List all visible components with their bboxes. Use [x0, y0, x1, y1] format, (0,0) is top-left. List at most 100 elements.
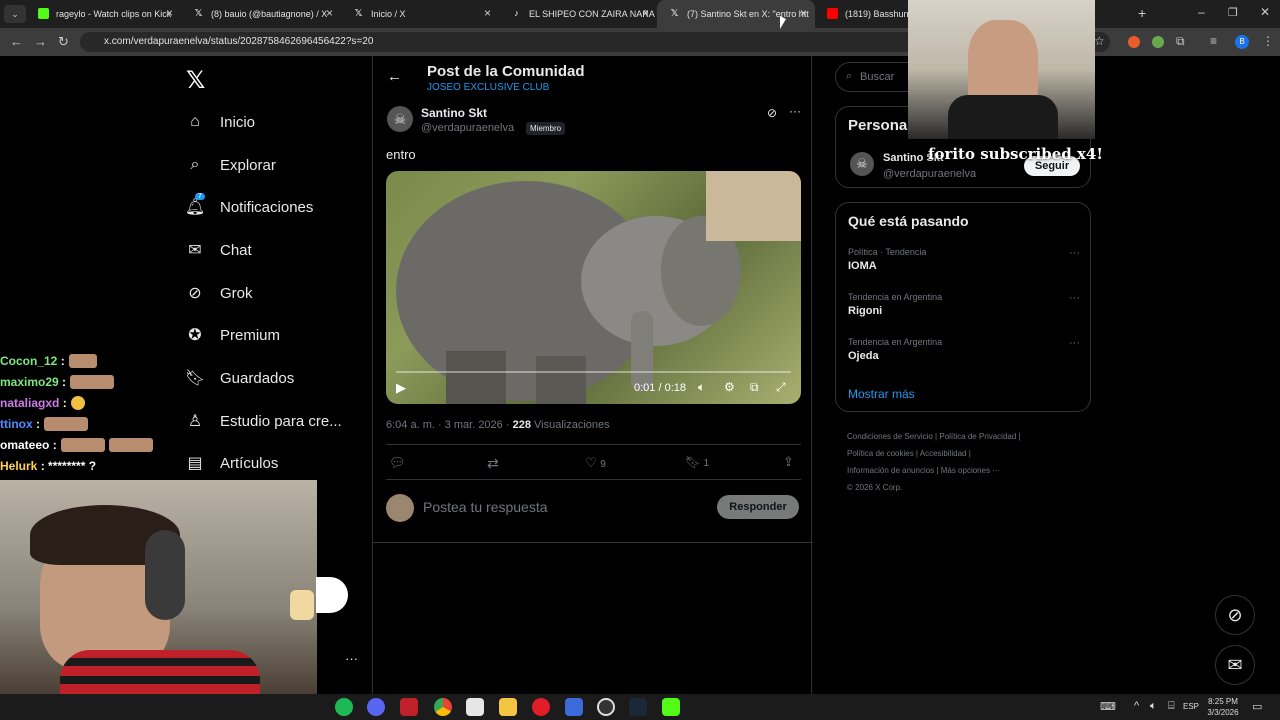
tab-youtube[interactable]: (1819) Basshunter D: [815, 0, 915, 28]
x-logo-icon[interactable]: 𝕏: [186, 66, 205, 95]
chrome-icon[interactable]: [434, 698, 452, 716]
more-icon[interactable]: ···: [1069, 247, 1080, 259]
nav-item-chat[interactable]: ✉ Chat: [185, 230, 365, 270]
person-avatar[interactable]: ☠: [850, 152, 874, 176]
tab-search-button[interactable]: ⌄: [4, 5, 26, 23]
footer-link[interactable]: Información de anuncios: [847, 466, 934, 475]
avatar[interactable]: B: [1235, 35, 1249, 49]
tab-bauio[interactable]: 𝕏 (8) bauio (@bautiagnone) / X ×: [181, 0, 341, 28]
play-icon[interactable]: ▶: [396, 380, 406, 396]
forward-arrow-icon[interactable]: →: [34, 34, 47, 49]
bookmark-star-icon[interactable]: ☆: [1094, 34, 1105, 48]
footer-link[interactable]: Más opciones ···: [941, 466, 1001, 475]
bell-icon: 🔔︎ 7: [184, 193, 206, 216]
close-icon[interactable]: ×: [484, 6, 491, 20]
close-icon[interactable]: ×: [166, 6, 173, 20]
close-window-button[interactable]: ✕: [1260, 5, 1270, 19]
bookmark-button[interactable]: 🔖︎ 1: [685, 455, 709, 469]
messages-fab[interactable]: ✉: [1215, 645, 1255, 685]
tab-shipeo[interactable]: ♪ EL SHIPEO CON ZAIRA NARA # ×: [499, 0, 657, 28]
more-vert-icon[interactable]: ⋮: [1262, 34, 1274, 48]
tray-chevron-icon[interactable]: ^: [1134, 700, 1139, 712]
nav-item-articulos[interactable]: ▤ Artículos: [185, 443, 365, 483]
more-icon[interactable]: ···: [1069, 337, 1080, 349]
volume-icon[interactable]: 🔈︎: [1150, 700, 1157, 713]
x-icon: 𝕏: [670, 8, 679, 19]
steam-icon[interactable]: [629, 698, 647, 716]
tab-kick[interactable]: rageylo - Watch clips on Kick ×: [26, 0, 181, 28]
nav-label: Guardados: [220, 369, 295, 387]
more-icon[interactable]: ···: [789, 104, 801, 118]
author-handle[interactable]: @verdapuraenelva: [421, 122, 514, 134]
opera-icon[interactable]: [532, 698, 550, 716]
back-arrow-icon[interactable]: ←: [10, 34, 23, 49]
app-icon[interactable]: [565, 698, 583, 716]
grok-icon[interactable]: ⊘: [767, 106, 777, 120]
menu-lines-icon[interactable]: ≡: [1210, 34, 1217, 48]
maximize-button[interactable]: ❐: [1228, 6, 1238, 19]
pip-icon[interactable]: ⧉: [750, 380, 759, 395]
trend-item[interactable]: Política · Tendencia IOMA ···: [848, 247, 1080, 283]
nav-item-grok[interactable]: ⊘ Grok: [185, 273, 365, 313]
trend-context: Política · Tendencia: [848, 247, 927, 257]
network-icon[interactable]: ⌸: [1168, 700, 1175, 713]
obs-icon[interactable]: [466, 698, 484, 716]
trend-item[interactable]: Tendencia en Argentina Ojeda ···: [848, 337, 1080, 373]
folder-icon[interactable]: [499, 698, 517, 716]
extension-icon[interactable]: [1152, 36, 1164, 48]
close-icon[interactable]: ×: [800, 6, 807, 20]
video-progress-track[interactable]: [396, 371, 791, 373]
minimize-button[interactable]: –: [1198, 5, 1205, 19]
language-indicator[interactable]: ESP: [1183, 702, 1199, 711]
trend-item[interactable]: Tendencia en Argentina Rigoni ···: [848, 292, 1080, 328]
more-icon[interactable]: ···: [345, 651, 358, 666]
notification-center-icon[interactable]: ▭: [1252, 700, 1262, 713]
more-icon[interactable]: ···: [1069, 292, 1080, 304]
discord-icon[interactable]: [367, 698, 385, 716]
nav-item-explorar[interactable]: ⌕ Explorar: [185, 145, 365, 185]
video-player[interactable]: ▶ 0:01 / 0:18 🔈︎ ⚙ ⧉ ⤢: [386, 171, 801, 404]
back-arrow-icon[interactable]: ←: [387, 68, 402, 85]
divider: [373, 542, 813, 543]
reply-icon[interactable]: 💬︎: [389, 455, 406, 471]
reload-icon[interactable]: ↻: [58, 34, 69, 50]
tab-label: Inicio / X: [371, 9, 406, 19]
footer-link[interactable]: Política de Privacidad: [939, 432, 1016, 441]
new-tab-button[interactable]: +: [1138, 5, 1146, 21]
keyboard-icon[interactable]: ⌨: [1100, 700, 1116, 713]
voicemod-icon[interactable]: [400, 698, 418, 716]
nav-item-inicio[interactable]: ⌂ Inicio: [185, 102, 365, 142]
fullscreen-icon[interactable]: ⤢: [776, 380, 786, 395]
puzzle-icon[interactable]: ⧉: [1176, 34, 1185, 49]
nav-item-estudio[interactable]: ♙ Estudio para cre...: [185, 401, 365, 441]
obs-studio-icon[interactable]: [597, 698, 615, 716]
close-icon[interactable]: ×: [326, 6, 333, 20]
repost-icon[interactable]: ⇄: [487, 455, 499, 472]
show-more-link[interactable]: Mostrar más: [848, 387, 915, 401]
tab-santino[interactable]: 𝕏 (7) Santino Skt en X: "entro htt ×: [657, 0, 815, 28]
author-avatar[interactable]: ☠: [387, 106, 413, 132]
extension-icon[interactable]: [1128, 36, 1140, 48]
community-name[interactable]: JOSEO EXCLUSIVE CLUB: [427, 82, 549, 93]
kick-icon[interactable]: [662, 698, 680, 716]
footer-link[interactable]: Política de cookies: [847, 449, 914, 458]
like-button[interactable]: ♡ 9: [585, 455, 606, 471]
clock[interactable]: 8:25 PM 3/3/2026: [1206, 696, 1240, 718]
volume-icon[interactable]: 🔈︎: [698, 380, 705, 395]
footer-link[interactable]: Accesibilidad: [920, 449, 967, 458]
settings-gear-icon[interactable]: ⚙: [724, 380, 735, 394]
tab-inicio[interactable]: 𝕏 Inicio / X ×: [341, 0, 499, 28]
close-icon[interactable]: ×: [642, 6, 649, 20]
footer-link[interactable]: Condiciones de Servicio: [847, 432, 933, 441]
reply-button[interactable]: Responder: [717, 495, 799, 519]
webcam-overlay-top: [908, 0, 1095, 139]
reply-input[interactable]: Postea tu respuesta: [423, 499, 548, 515]
nav-item-premium[interactable]: ✪ Premium: [185, 315, 365, 355]
striped-shirt: [60, 650, 260, 694]
grok-fab[interactable]: ⊘: [1215, 595, 1255, 635]
author-name[interactable]: Santino Skt: [421, 106, 487, 120]
spotify-icon[interactable]: [335, 698, 353, 716]
nav-item-notificaciones[interactable]: 🔔︎ 7 Notificaciones: [185, 187, 365, 227]
nav-item-guardados[interactable]: 🔖︎ Guardados: [185, 358, 365, 398]
share-icon[interactable]: ⇪: [783, 454, 794, 470]
